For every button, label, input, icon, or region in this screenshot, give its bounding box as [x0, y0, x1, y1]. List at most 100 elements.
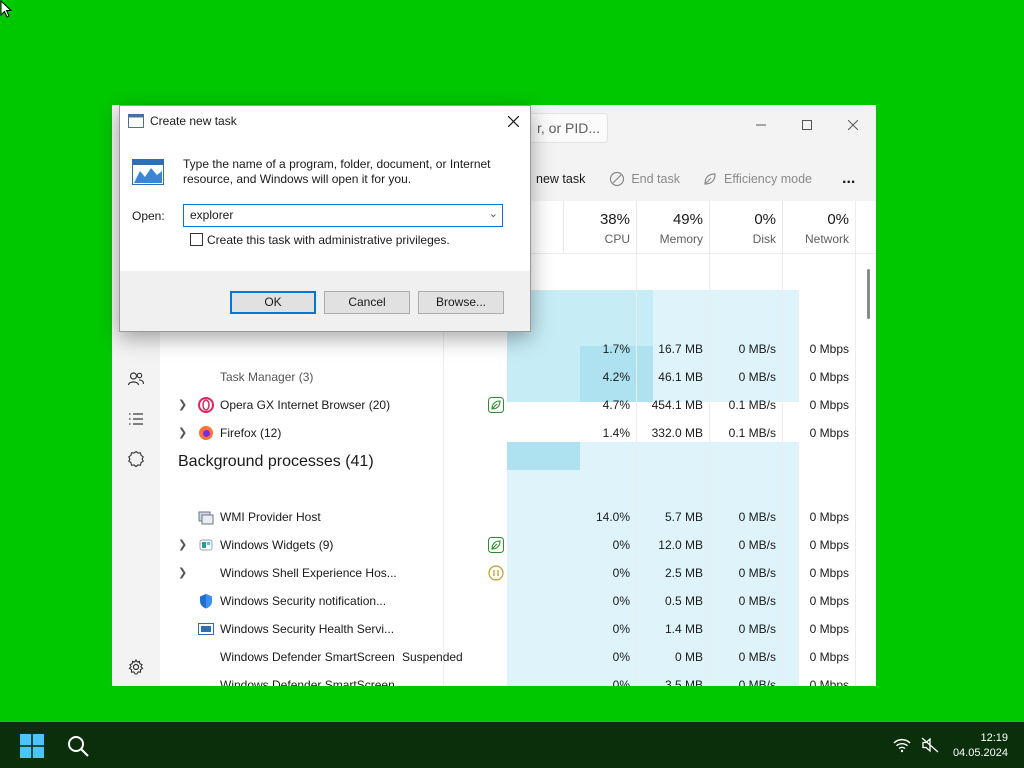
table-row[interactable]: WMI Provider Host 14.0% 5.7 MB 0 MB/s 0 Mbps [160, 503, 876, 531]
network-cell: 0 Mbps [809, 594, 849, 608]
network-cell: 0 Mbps [809, 650, 849, 664]
dialog-titlebar: Create new task [120, 106, 530, 136]
wifi-icon[interactable] [893, 737, 911, 753]
close-icon [507, 115, 519, 127]
dialog-body: Type the name of a program, folder, docu… [120, 136, 530, 271]
opera-gx-icon [198, 397, 214, 413]
open-input-value: explorer [190, 208, 234, 222]
chevron-right-icon[interactable]: ❯ [178, 391, 187, 419]
open-combobox[interactable]: explorer ⌄ [183, 204, 503, 227]
details-list-icon[interactable] [126, 409, 146, 429]
services-icon[interactable] [126, 449, 146, 469]
memory-cell: 5.7 MB [664, 510, 703, 524]
network-cell: 0 Mbps [809, 426, 849, 440]
more-options-icon: ... [842, 170, 856, 187]
cpu-cell: 4.7% [602, 398, 630, 412]
taskbar: 12:19 04.05.2024 [0, 722, 1024, 768]
memory-cell: 2.5 MB [664, 566, 703, 580]
cpu-total: 38% [599, 211, 630, 228]
network-cell: 0 Mbps [809, 342, 849, 356]
cpu-cell: 0% [612, 566, 630, 580]
disk-cell: 0.1 MB/s [728, 426, 776, 440]
memory-cell: 16.7 MB [658, 342, 703, 356]
column-header-cpu[interactable]: 38% CPU [563, 201, 636, 253]
start-button[interactable] [20, 734, 44, 758]
wmi-host-icon [198, 511, 214, 525]
clock[interactable]: 12:19 04.05.2024 [953, 731, 1008, 761]
process-name: Windows Shell Experience Hos... [220, 566, 397, 580]
efficiency-mode-button[interactable]: Efficiency mode [694, 163, 820, 195]
cancel-button[interactable]: Cancel [324, 291, 410, 314]
security-health-icon [198, 623, 214, 635]
network-cell: 0 Mbps [809, 622, 849, 636]
dialog-description: Type the name of a program, folder, docu… [183, 157, 491, 186]
create-new-task-dialog: Create new task Type the name of a progr… [119, 105, 531, 332]
disk-label: Disk [752, 232, 776, 246]
dialog-close-button[interactable] [502, 110, 524, 132]
chevron-right-icon[interactable]: ❯ [178, 559, 187, 587]
clock-date: 04.05.2024 [952, 747, 1008, 759]
maximize-icon [802, 120, 812, 130]
memory-cell: 0 MB [674, 650, 703, 664]
table-row[interactable]: Task Manager (3) 4.2% 46.1 MB 0 MB/s 0 M… [160, 363, 876, 391]
memory-label: Memory [659, 232, 703, 246]
settings-gear-icon[interactable] [126, 657, 146, 677]
minimize-button[interactable] [738, 111, 784, 139]
maximize-button[interactable] [784, 111, 830, 139]
memory-cell: 332.0 MB [651, 426, 703, 440]
process-name: Opera GX Internet Browser (20) [220, 398, 391, 412]
disk-cell: 0 MB/s [738, 594, 776, 608]
table-row[interactable]: ❯ Windows Widgets (9) 0% 12.0 MB 0 MB/s 0 Mbp… [160, 531, 876, 559]
disk-cell: 0 MB/s [738, 538, 776, 552]
run-new-task-button[interactable]: new task [528, 163, 593, 195]
chevron-down-icon[interactable]: ⌄ [489, 207, 498, 220]
cpu-label: CPU [604, 232, 630, 246]
chevron-right-icon[interactable]: ❯ [178, 419, 187, 447]
end-task-button[interactable]: End task [601, 163, 688, 195]
process-name: WMI Provider Host [220, 510, 321, 524]
disk-cell: 0 MB/s [738, 510, 776, 524]
process-name: Windows Defender SmartScreen [220, 678, 395, 686]
column-header-network[interactable]: 0% Network [782, 201, 855, 253]
vertical-scrollbar[interactable] [867, 269, 870, 319]
memory-cell: 46.1 MB [658, 370, 703, 384]
table-row[interactable]: Windows Security notification... 0% 0.5 MB… [160, 587, 876, 615]
search-icon [68, 736, 89, 757]
ok-button[interactable]: OK [230, 291, 316, 314]
table-row[interactable]: Windows Security Health Servi... 0% 1.4 MB… [160, 615, 876, 643]
dialog-title: Create new task [150, 114, 237, 128]
admin-privileges-checkbox[interactable] [190, 233, 203, 246]
speaker-muted-icon[interactable] [921, 737, 939, 753]
cpu-cell: 14.0% [595, 510, 630, 524]
clock-time: 12:19 [980, 732, 1008, 744]
browse-button[interactable]: Browse... [418, 291, 504, 314]
table-row[interactable]: ❯ Opera GX Internet Browser (20) 4.7% 45… [160, 391, 876, 419]
close-icon [848, 120, 858, 130]
open-label: Open: [132, 209, 165, 223]
column-header-memory[interactable]: 49% Memory [636, 201, 709, 253]
cpu-cell: 0% [612, 594, 630, 608]
paused-icon [488, 565, 504, 581]
memory-cell: 12.0 MB [658, 538, 703, 552]
cpu-cell: 1.7% [602, 342, 630, 356]
table-row[interactable]: 1.7% 16.7 MB 0 MB/s 0 Mbps [160, 335, 876, 363]
close-button[interactable] [830, 111, 876, 139]
windows-logo-icon [20, 734, 44, 758]
table-row[interactable]: Windows Defender SmartScreen Suspended 0% 0… [160, 643, 876, 671]
widgets-icon [199, 539, 213, 551]
efficiency-mode-label: Efficiency mode [723, 172, 812, 186]
network-cell: 0 Mbps [809, 678, 849, 686]
table-row[interactable]: ❯ Firefox (12) 1.4% 332.0 MB 0.1 MB/s 0 … [160, 419, 876, 447]
chevron-right-icon[interactable]: ❯ [178, 531, 187, 559]
table-row[interactable]: Windows Defender SmartScreen 0% 3.5 MB 0 MB… [160, 671, 876, 686]
users-icon[interactable] [126, 369, 146, 389]
disk-cell: 0 MB/s [738, 678, 776, 686]
disk-cell: 0 MB/s [738, 622, 776, 636]
efficiency-leaf-icon [488, 537, 504, 553]
column-header-disk[interactable]: 0% Disk [709, 201, 782, 253]
table-row[interactable]: ❯ Windows Shell Experience Hos... 0% 2.5 MB… [160, 559, 876, 587]
network-cell: 0 Mbps [809, 510, 849, 524]
more-options-button[interactable]: ... [834, 163, 863, 195]
leaf-icon [704, 173, 716, 185]
search-button[interactable] [66, 734, 90, 758]
